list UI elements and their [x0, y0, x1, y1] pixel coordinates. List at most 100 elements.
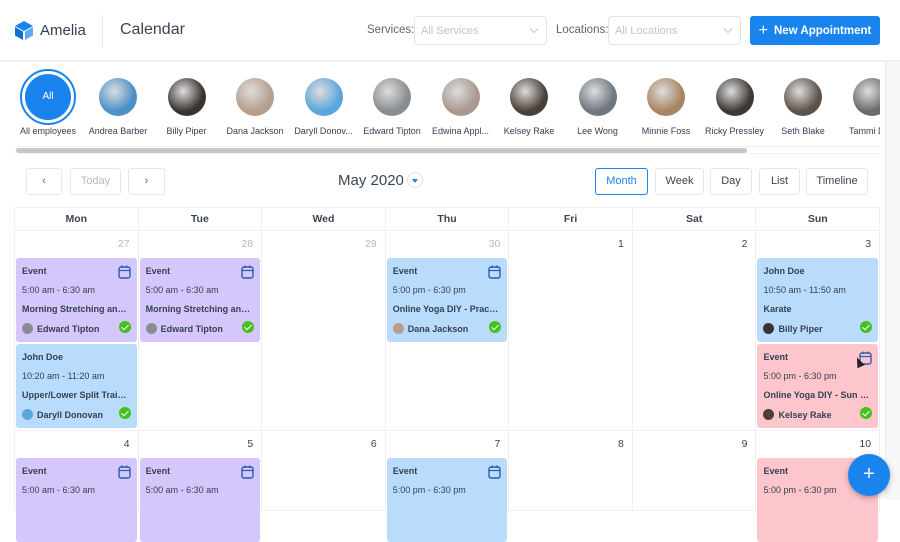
services-placeholder: All Services [421, 25, 479, 37]
employee-name: Kelsey Rake [778, 409, 832, 420]
locations-select[interactable]: All Locations [608, 16, 741, 45]
appointment-title: Event [145, 466, 171, 476]
day-number: 2 [741, 238, 748, 250]
new-appointment-label: New Appointment [774, 25, 872, 37]
day-cell[interactable]: 2 [632, 231, 757, 431]
appointment-time: 5:00 am - 6:30 am [22, 285, 96, 295]
appointment-service: Upper/Lower Split Training [22, 390, 131, 400]
brand-name: Amelia [40, 22, 86, 39]
employee-avatar [373, 78, 411, 116]
view-list-button[interactable]: List [759, 168, 800, 195]
appointment-card[interactable]: Event 5:00 am - 6:30 am Morning Stretching… [139, 258, 261, 342]
day-cell[interactable]: 27 Event 5:00 am - 6:30 am Morning Stretch… [15, 231, 139, 431]
calendar-event-icon [488, 465, 502, 479]
employee-name: Andrea Barber [88, 126, 148, 136]
page-title: Calendar [120, 21, 185, 38]
appointment-service: Online Yoga DIY - Practice... [392, 304, 502, 314]
employee-item[interactable]: Edward Tipton [357, 76, 427, 136]
today-button[interactable]: Today [70, 168, 121, 195]
day-cell[interactable]: 1 [509, 231, 633, 431]
appointment-card[interactable]: Event 5:00 am - 6:30 am Morning Stretching… [16, 258, 137, 342]
appointment-title: Event [145, 266, 171, 276]
weekday-header: Mon Tue Wed Thu Fri Sat Sun [14, 207, 880, 231]
top-bar: Amelia Calendar Services: All Services L… [0, 0, 900, 62]
services-select[interactable]: All Services [414, 16, 547, 45]
appointment-service: Morning Stretching and R... [145, 304, 255, 314]
employee-all[interactable]: All All employees [13, 69, 83, 136]
day-cell[interactable]: 28 Event 5:00 am - 6:30 am Morning Stretch… [138, 231, 263, 431]
view-month-button[interactable]: Month [595, 168, 648, 195]
appointment-title: Event [392, 266, 418, 276]
employee-name: Dana Jackson [407, 323, 469, 334]
appointment-service: Karate [763, 304, 792, 314]
page-scrollbar[interactable] [885, 62, 900, 500]
appointment-time: 5:00 pm - 6:30 pm [392, 485, 466, 495]
appointment-title: Event [22, 466, 47, 476]
weekday-mon: Mon [65, 213, 88, 225]
employee-item[interactable]: Seth Blake [768, 76, 838, 136]
day-cell[interactable]: 30 Event 5:00 pm - 6:30 pm Online Yoga DIY… [385, 231, 510, 431]
view-timeline-button[interactable]: Timeline [806, 168, 868, 195]
next-month-button[interactable]: › [128, 168, 165, 195]
employee-name: Lee Wong [577, 126, 618, 136]
day-cell[interactable]: 8 [509, 431, 633, 511]
employee-item[interactable]: Tammi Duk [837, 76, 880, 136]
employee-item[interactable]: Dana Jackson [220, 76, 290, 136]
calendar-event-icon [488, 265, 502, 279]
employee-item[interactable]: Daryll Donov... [289, 76, 359, 136]
employee-avatar [763, 323, 775, 334]
prev-month-button[interactable]: ‹ [26, 168, 62, 195]
day-number: 9 [741, 438, 748, 450]
view-day-button[interactable]: Day [710, 168, 752, 195]
employee-item[interactable]: Billy Piper [152, 76, 222, 136]
appointment-card[interactable]: Event 5:00 am - 6:30 am [139, 458, 261, 542]
plus-icon: + [758, 22, 768, 39]
day-cell[interactable]: 29 [262, 231, 386, 431]
employee-name: Edwina Appl... [431, 126, 490, 136]
appointment-card[interactable]: Event 5:00 pm - 6:30 pm [386, 458, 508, 542]
all-badge: All [25, 74, 71, 120]
chevron-down-icon [529, 24, 539, 34]
employee-item[interactable]: Andrea Barber [83, 76, 153, 136]
weekday-sun: Sun [755, 208, 879, 230]
employee-item[interactable]: Kelsey Rake [494, 76, 564, 136]
amelia-logo-icon [15, 21, 33, 40]
weekday-thu: Thu [384, 208, 509, 230]
week-row: 27 Event 5:00 am - 6:30 am Morning Stretch… [14, 231, 881, 431]
employee-avatar [22, 409, 33, 420]
day-cell[interactable]: 6 [262, 431, 386, 511]
employee-item[interactable]: Minnie Foss [631, 76, 701, 136]
month-picker-dropdown[interactable] [407, 172, 423, 188]
approved-check-icon [860, 407, 873, 419]
employee-name: Edward Tipton [37, 323, 100, 334]
appointment-card[interactable]: John Doe 10:20 am - 11:20 am Upper/Lower S… [16, 344, 137, 428]
employee-name: Minnie Foss [641, 126, 691, 136]
day-cell[interactable]: 9 [632, 431, 757, 511]
appointment-title: John Doe [22, 352, 64, 362]
appointment-card[interactable]: Event 5:00 pm - 6:30 pm Online Yoga DIY - … [386, 258, 508, 342]
new-appointment-button[interactable]: + New Appointment [750, 16, 880, 45]
employee-item[interactable]: Edwina Appl... [426, 76, 496, 136]
employee-avatar [167, 78, 206, 116]
add-appointment-fab[interactable]: + [848, 454, 890, 496]
view-week-button[interactable]: Week [655, 168, 704, 195]
calendar-event-icon [117, 265, 131, 279]
employee-item[interactable]: Ricky Pressley [700, 76, 770, 136]
day-cell[interactable]: 7 Event 5:00 pm - 6:30 pm [385, 431, 510, 542]
calendar-event-icon [241, 265, 254, 279]
employee-avatar [578, 78, 617, 116]
approved-check-icon [860, 321, 873, 333]
employee-scrollbar[interactable] [16, 148, 747, 153]
day-cell[interactable]: 4 Event 5:00 am - 6:30 am [15, 431, 139, 542]
day-cell[interactable]: 5 Event 5:00 am - 6:30 am [138, 431, 263, 542]
chevron-down-icon [723, 24, 733, 34]
employee-item[interactable]: Lee Wong [563, 76, 633, 136]
appointment-employee: Edward Tipton [145, 323, 255, 334]
day-number: 10 [859, 438, 872, 450]
appointment-card[interactable]: John Doe 10:50 am - 11:50 am Karate Billy P… [757, 258, 879, 342]
day-cell[interactable]: 3 John Doe 10:50 am - 11:50 am Karate Billy… [756, 231, 881, 431]
employee-name: Edward Tipton [160, 323, 223, 334]
appointment-time: 5:00 pm - 6:30 pm [763, 371, 837, 381]
appointment-card[interactable]: Event 5:00 am - 6:30 am [16, 458, 137, 542]
employee-name: Seth Blake [781, 126, 825, 136]
